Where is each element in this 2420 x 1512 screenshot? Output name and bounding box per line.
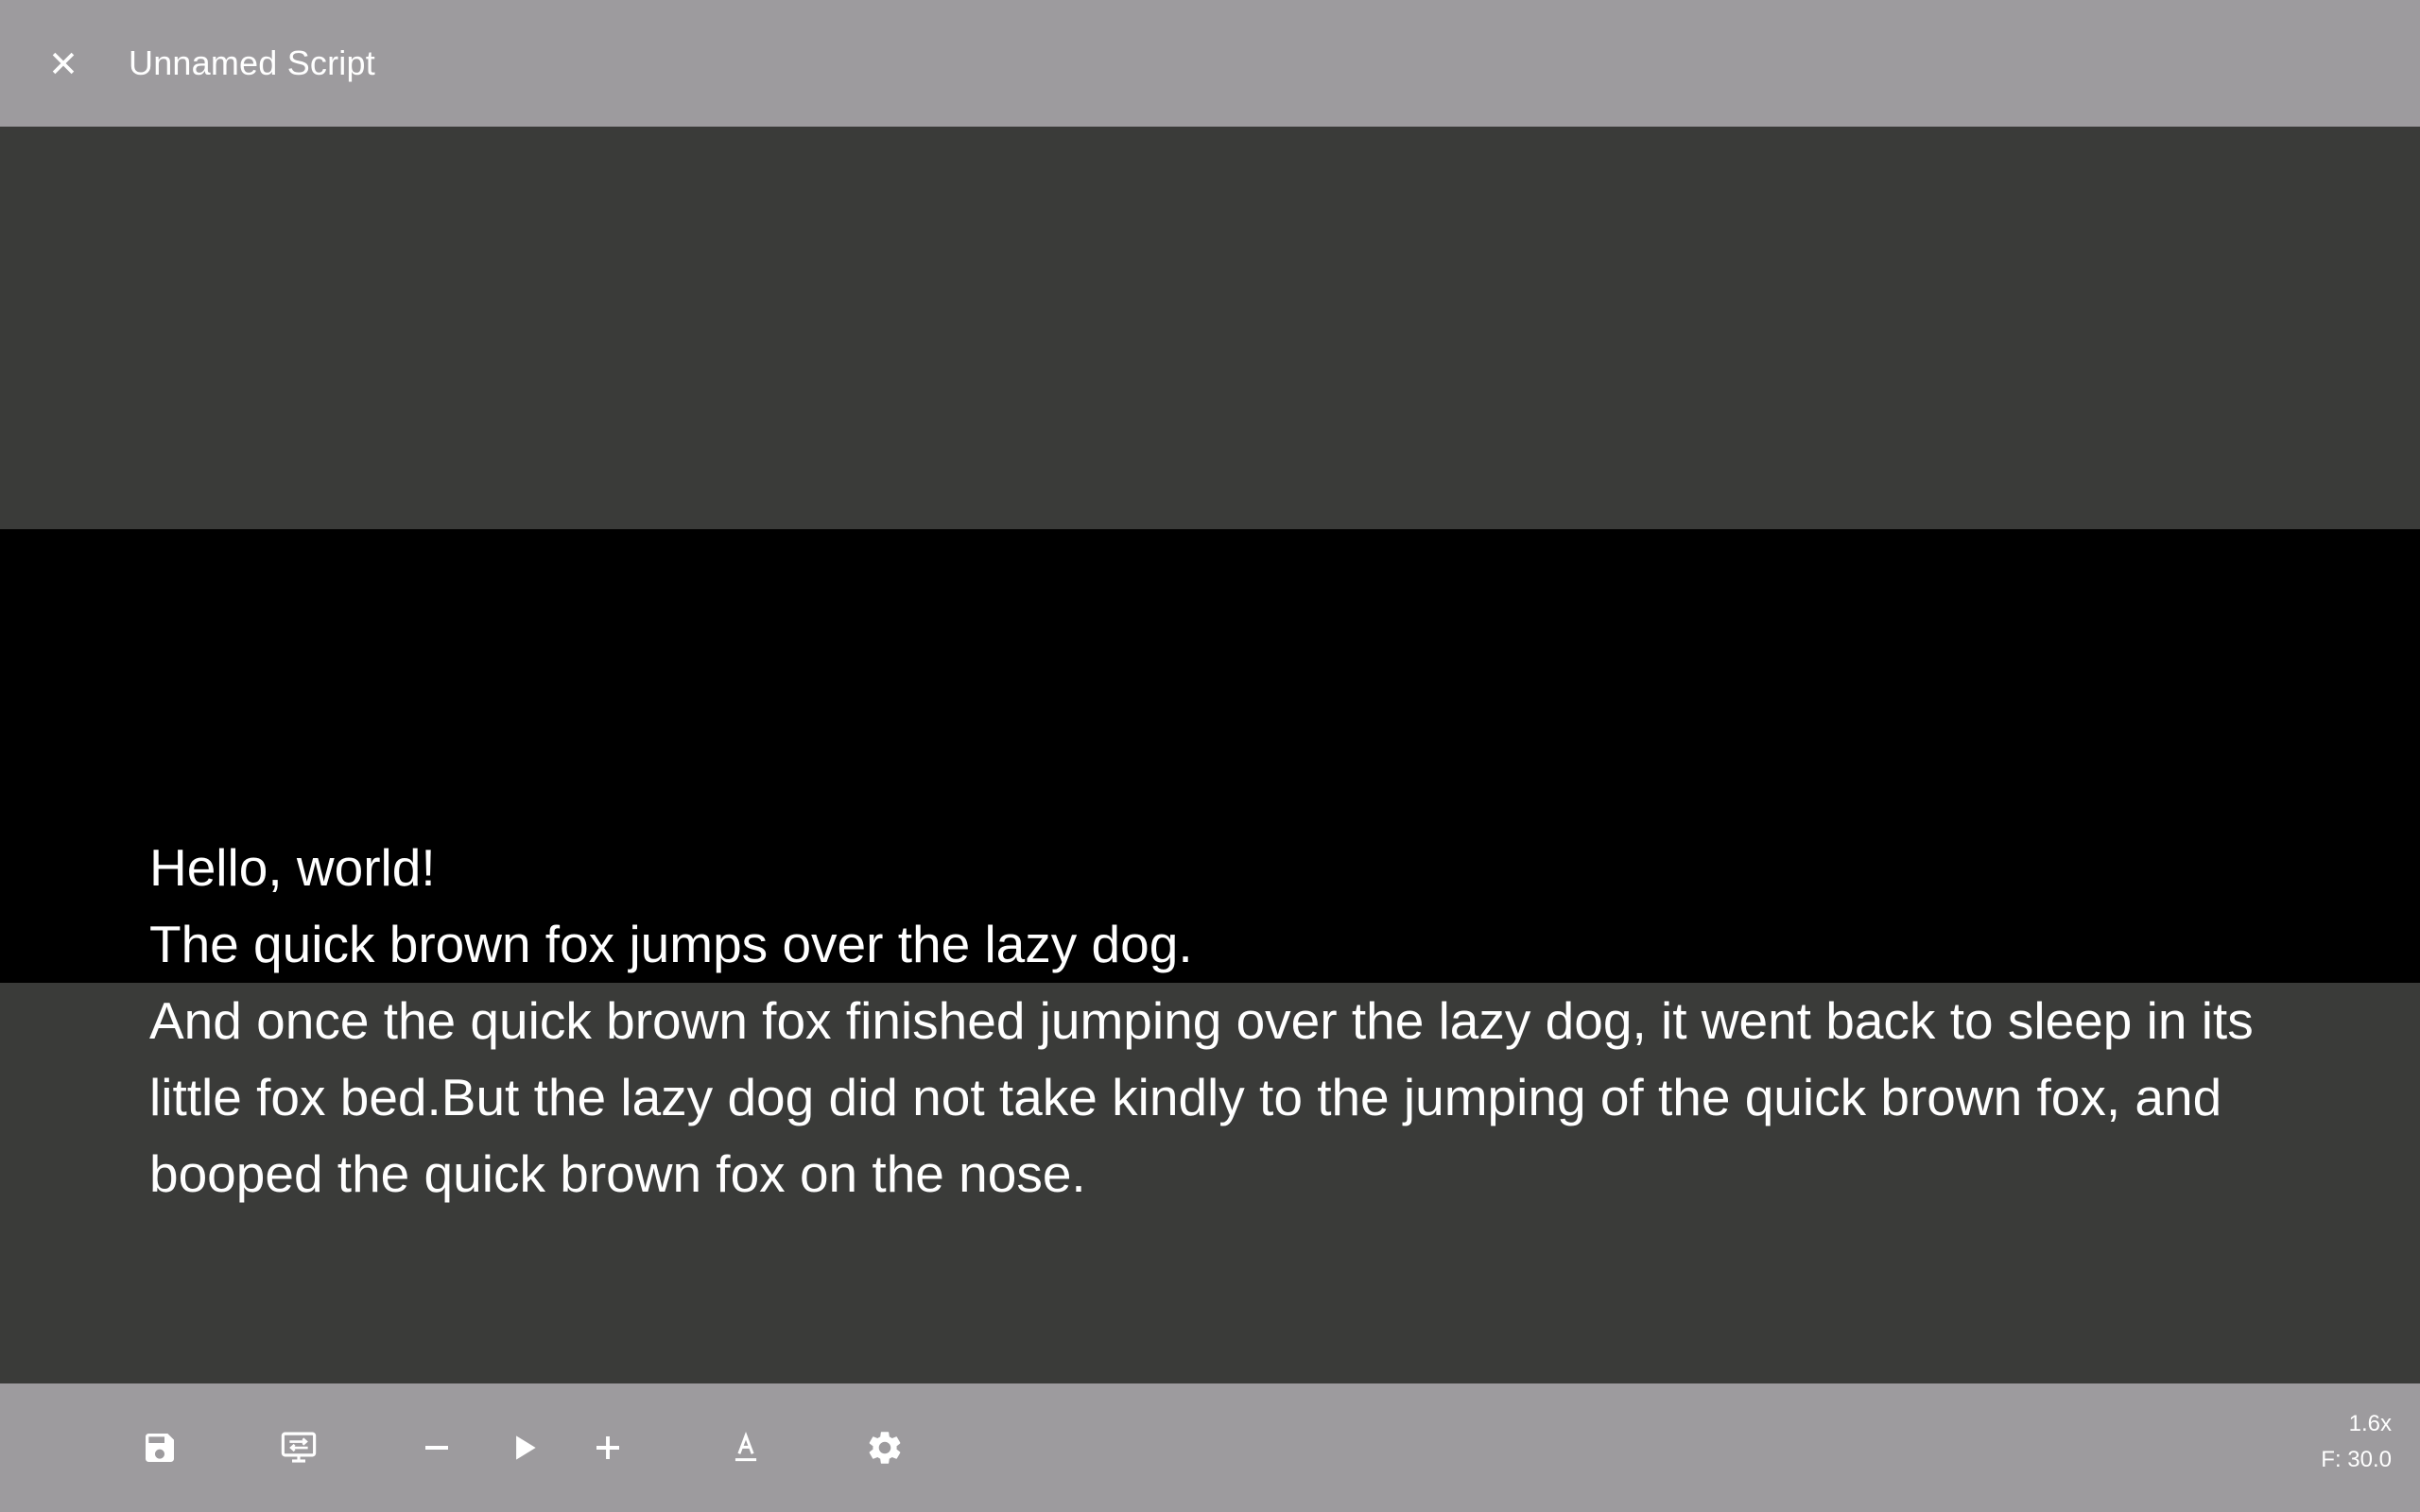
mirror-display-button[interactable] (265, 1414, 333, 1482)
mirror-display-icon (281, 1432, 317, 1463)
gear-icon (869, 1432, 901, 1464)
script-line: And once the quick brown fox finished ju… (149, 991, 2268, 1203)
bottom-toolbar: 1.6x F: 30.0 (0, 1383, 2420, 1512)
script-line: Hello, world! (149, 838, 436, 897)
minus-icon (425, 1446, 448, 1450)
text-format-icon (735, 1432, 757, 1462)
play-button[interactable] (490, 1414, 558, 1482)
settings-button[interactable] (851, 1414, 919, 1482)
play-icon (516, 1435, 536, 1460)
plus-icon (596, 1436, 619, 1459)
teleprompter-app: Unnamed Script Hello, world! The quick b… (0, 0, 2420, 1512)
script-title: Unnamed Script (129, 43, 375, 82)
increase-speed-button[interactable] (574, 1414, 642, 1482)
speed-readout: 1.6x (2348, 1411, 2392, 1436)
close-icon (52, 52, 75, 75)
script-line: The quick brown fox jumps over the lazy … (149, 915, 1193, 973)
script-viewport[interactable]: Hello, world! The quick brown fox jumps … (0, 127, 2420, 1383)
decrease-speed-button[interactable] (403, 1414, 471, 1482)
font-size-readout: F: 30.0 (2321, 1447, 2392, 1472)
close-button[interactable] (0, 0, 127, 127)
script-text: Hello, world! The quick brown fox jumps … (149, 830, 2267, 1212)
save-button[interactable] (126, 1414, 194, 1482)
top-app-bar: Unnamed Script (0, 0, 2420, 127)
text-format-button[interactable] (712, 1414, 780, 1482)
playback-readout: 1.6x F: 30.0 (2321, 1406, 2392, 1478)
save-icon (146, 1434, 174, 1462)
